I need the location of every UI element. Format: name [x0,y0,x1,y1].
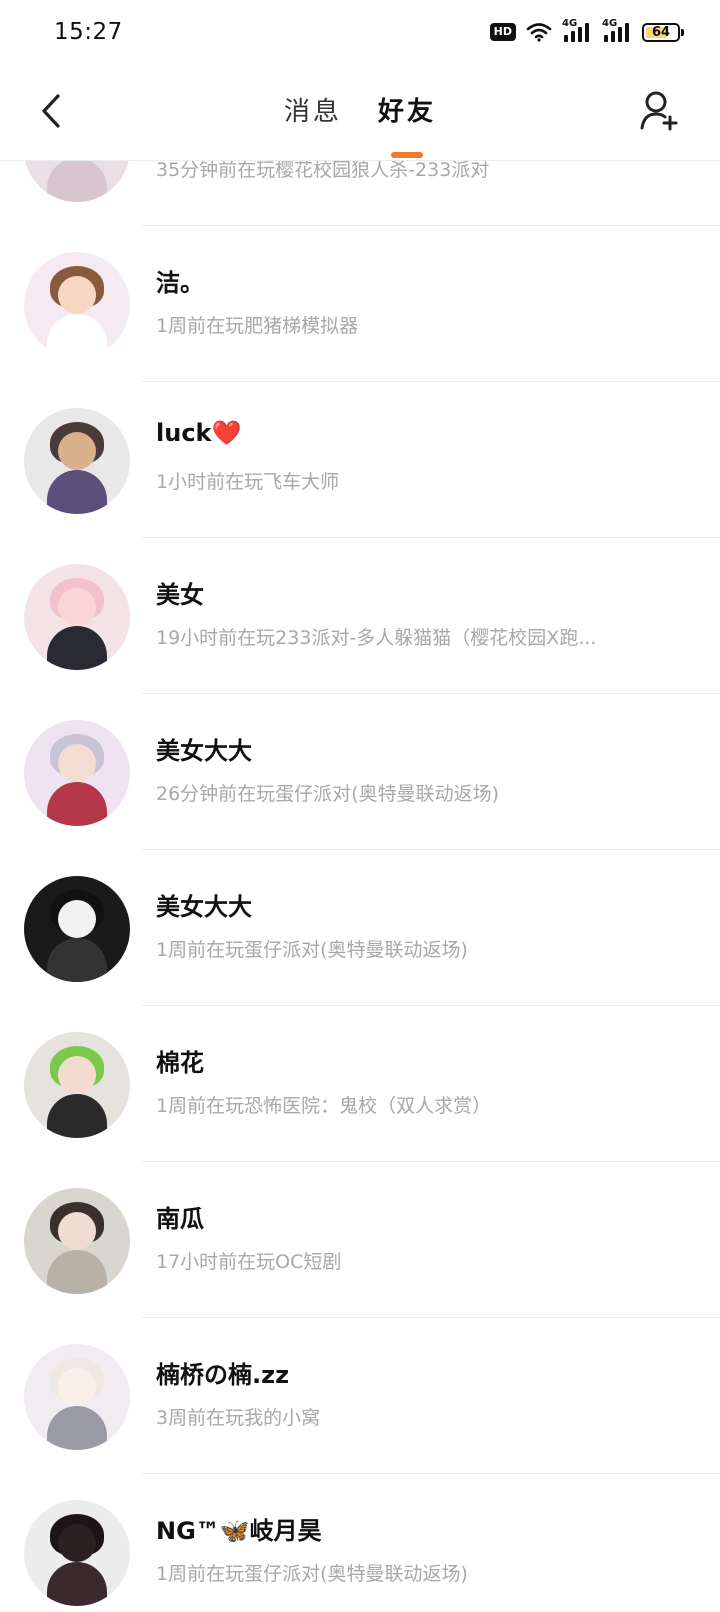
cellular-signal-icon-2: 4G [602,18,632,44]
battery-icon: 64 [642,22,684,42]
friend-status: 17小时前在玩OC短剧 [156,1251,342,1273]
friend-status: 1周前在玩蛋仔派对(奥特曼联动返场) [156,939,468,961]
tab-bar: 消息 好友 [0,64,720,160]
friend-list: 35分钟前在玩樱花校园狼人杀-233派对洁。 1周前在玩肥猪梯模拟器 luck❤️ 1… [0,160,720,1612]
friend-name: 美女大大 [156,737,252,765]
hd-voice-icon: HD [489,23,516,41]
friend-status: 19小时前在玩233派对-多人躲猫猫（樱花校园X跑... [156,627,597,649]
friend-row[interactable]: NG™🦋岐月昊 1周前在玩蛋仔派对(奥特曼联动返场) [0,1474,720,1612]
friend-status: 26分钟前在玩蛋仔派对(奥特曼联动返场) [156,783,500,805]
friend-status: 35分钟前在玩樱花校园狼人杀-233派对 [156,160,490,181]
friend-status: 1周前在玩肥猪梯模拟器 [156,315,359,337]
cellular-signal-icon: 4G [562,18,592,44]
tab-friends[interactable]: 好友 [378,64,436,160]
friend-avatar[interactable] [24,564,130,670]
friend-name: 洁。 [156,269,204,297]
friend-avatar[interactable] [24,720,130,826]
add-friend-button[interactable] [636,86,684,136]
friend-avatar[interactable] [24,252,130,358]
add-user-icon [640,91,678,131]
friend-status: 1小时前在玩飞车大师 [156,471,340,493]
friend-row[interactable]: 美女大大 1周前在玩蛋仔派对(奥特曼联动返场) [0,850,720,1006]
status-time: 15:27 [54,19,123,45]
friend-status: 3周前在玩我的小窝 [156,1407,321,1429]
tab-friends-label: 好友 [378,97,437,127]
friend-avatar[interactable] [24,1188,130,1294]
friend-name: 美女 [156,581,204,609]
friend-name: 美女大大 [156,893,252,921]
friend-row[interactable]: 美女大大 26分钟前在玩蛋仔派对(奥特曼联动返场) [0,694,720,850]
top-nav-bar: 消息 好友 [0,64,720,161]
status-bar: 15:27 HD 4G 4G 64 [0,0,720,64]
friend-name: 棉花 [156,1049,204,1077]
friend-avatar[interactable] [24,1032,130,1138]
friend-name: luck❤️ [156,419,242,447]
friend-status: 1周前在玩蛋仔派对(奥特曼联动返场) [156,1563,468,1585]
friend-avatar[interactable] [24,160,130,202]
friend-status: 1周前在玩恐怖医院：鬼校（双人求赏） [156,1095,492,1117]
friend-row[interactable]: 35分钟前在玩樱花校园狼人杀-233派对 [0,160,720,226]
friend-avatar[interactable] [24,408,130,514]
friend-row[interactable]: 南瓜 17小时前在玩OC短剧 [0,1162,720,1318]
friend-avatar[interactable] [24,1500,130,1606]
friend-row[interactable]: 楠桥の楠.zz 3周前在玩我的小窝 [0,1318,720,1474]
status-icons: HD 4G 4G 64 [489,18,684,44]
friend-name: NG™🦋岐月昊 [156,1517,322,1545]
friend-avatar[interactable] [24,876,130,982]
wifi-icon [526,23,552,42]
friend-name: 南瓜 [156,1205,204,1233]
friend-avatar[interactable] [24,1344,130,1450]
tab-messages[interactable]: 消息 [284,64,342,160]
active-tab-indicator [391,152,423,158]
friend-row[interactable]: 洁。 1周前在玩肥猪梯模拟器 [0,226,720,382]
friend-row[interactable]: luck❤️ 1小时前在玩飞车大师 [0,382,720,538]
friend-row[interactable]: 美女 19小时前在玩233派对-多人躲猫猫（樱花校园X跑... [0,538,720,694]
tab-messages-label: 消息 [283,97,342,127]
friend-row[interactable]: 棉花 1周前在玩恐怖医院：鬼校（双人求赏） [0,1006,720,1162]
friend-name: 楠桥の楠.zz [156,1361,290,1389]
